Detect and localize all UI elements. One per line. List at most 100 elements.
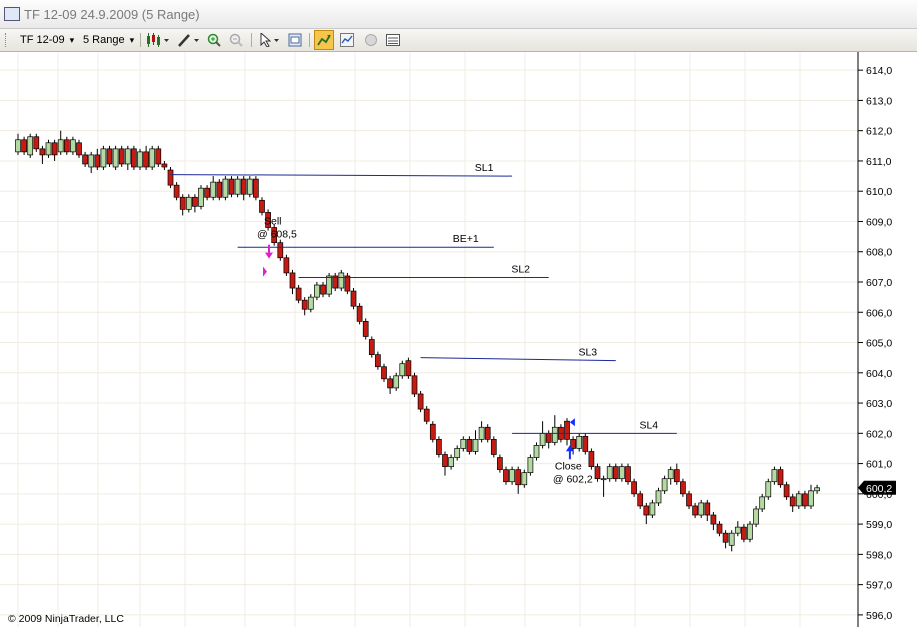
candle bbox=[698, 499, 705, 519]
candle-body bbox=[490, 439, 497, 455]
candle bbox=[594, 463, 601, 482]
zoom-out-icon[interactable] bbox=[227, 31, 245, 49]
candle bbox=[259, 197, 265, 216]
candle-body bbox=[655, 490, 662, 504]
candle bbox=[588, 448, 595, 470]
candle bbox=[490, 436, 497, 458]
instrument-dropdown[interactable]: TF 12-09 bbox=[20, 31, 74, 49]
candle bbox=[612, 463, 619, 482]
candle bbox=[777, 466, 784, 488]
candle bbox=[619, 463, 625, 482]
window-title: TF 12-09 24.9.2009 (5 Range) bbox=[24, 7, 200, 22]
candle-body bbox=[478, 426, 485, 440]
candlestick-icon[interactable] bbox=[145, 31, 171, 49]
candle-body bbox=[399, 363, 406, 377]
candle bbox=[509, 466, 515, 485]
candle bbox=[131, 145, 137, 171]
candle bbox=[753, 505, 759, 528]
candle-body bbox=[753, 508, 759, 525]
properties-icon[interactable] bbox=[286, 31, 304, 49]
stop-line-label: SL2 bbox=[511, 263, 530, 275]
candle-body bbox=[576, 435, 583, 449]
cursor-icon[interactable] bbox=[258, 31, 282, 49]
sell-price-label: @ 608,5 bbox=[257, 229, 297, 241]
y-tick-label: 601,0 bbox=[866, 459, 892, 471]
candle-body bbox=[448, 457, 454, 467]
toolbar-grip[interactable] bbox=[5, 33, 8, 47]
candle bbox=[399, 360, 406, 379]
candle-body bbox=[320, 284, 326, 295]
candle-body bbox=[521, 472, 528, 486]
chart-app-icon bbox=[4, 7, 20, 21]
indicator-icon[interactable] bbox=[338, 31, 356, 49]
data-box-icon[interactable] bbox=[384, 31, 402, 49]
candle bbox=[314, 282, 320, 301]
strategy-icon[interactable] bbox=[314, 30, 334, 50]
candle bbox=[637, 490, 644, 509]
candle-body bbox=[509, 469, 515, 483]
candle-body bbox=[600, 478, 607, 481]
toolbar-separator bbox=[251, 33, 252, 47]
stop-line-label: BE+1 bbox=[453, 233, 479, 245]
candle bbox=[680, 478, 686, 497]
candle-body bbox=[45, 142, 52, 156]
candle-body bbox=[356, 305, 363, 322]
candle bbox=[283, 254, 290, 276]
candle bbox=[521, 469, 528, 488]
candle bbox=[100, 145, 107, 171]
candle bbox=[759, 493, 766, 512]
chart-panel[interactable]: 614,0 613,0 612,0 611,0 610,0 609,0 608,0 607,0… bbox=[0, 52, 917, 627]
candle-body bbox=[375, 354, 381, 368]
candle bbox=[417, 390, 424, 413]
candle-body bbox=[216, 181, 223, 198]
candle bbox=[106, 145, 113, 167]
candle bbox=[582, 433, 589, 455]
candle-body bbox=[808, 490, 814, 507]
candle-body bbox=[381, 366, 387, 380]
candle-body bbox=[143, 151, 149, 168]
period-dropdown[interactable]: 5 Range bbox=[83, 31, 134, 49]
candle-body bbox=[411, 375, 418, 395]
chart-toolbar: TF 12-09 5 Range bbox=[0, 29, 917, 52]
candle bbox=[783, 481, 790, 500]
candle bbox=[332, 272, 339, 292]
candle bbox=[771, 466, 778, 485]
y-tick-label: 611,0 bbox=[866, 156, 892, 168]
pencil-icon[interactable] bbox=[176, 31, 202, 49]
candle-body bbox=[747, 523, 753, 540]
candle-body bbox=[393, 375, 400, 389]
candle bbox=[112, 145, 119, 171]
zoom-in-icon[interactable] bbox=[205, 31, 223, 49]
candle bbox=[381, 363, 387, 382]
candle-body bbox=[198, 187, 204, 207]
close-price-label: @ 602,2 bbox=[553, 473, 593, 485]
candle-body bbox=[594, 466, 601, 480]
title-bar: TF 12-09 24.9.2009 (5 Range) bbox=[0, 0, 917, 29]
candle-body bbox=[368, 339, 375, 355]
candle bbox=[368, 336, 375, 358]
candle-body bbox=[124, 148, 131, 165]
candle-body bbox=[484, 426, 491, 440]
candle-body bbox=[564, 420, 570, 440]
candle bbox=[429, 421, 436, 443]
copyright-text: © 2009 NinjaTrader, LLC bbox=[8, 613, 124, 625]
candle-body bbox=[228, 178, 235, 195]
candle-body bbox=[240, 178, 247, 195]
candle-body bbox=[15, 139, 21, 153]
close-label: Close bbox=[555, 460, 582, 472]
sell-label: Sell bbox=[264, 216, 282, 228]
candle bbox=[167, 167, 174, 189]
candle-body bbox=[112, 148, 119, 168]
toolbar-separator bbox=[309, 33, 310, 47]
candle-body bbox=[741, 526, 747, 540]
circle-icon[interactable] bbox=[362, 31, 380, 49]
candle-body bbox=[94, 154, 101, 168]
candle-body bbox=[789, 496, 796, 507]
price-chart[interactable]: 614,0 613,0 612,0 611,0 610,0 609,0 608,0 607,0… bbox=[0, 52, 917, 627]
y-tick-label: 607,0 bbox=[866, 277, 892, 289]
candle-body bbox=[259, 199, 265, 213]
candle-body bbox=[515, 469, 522, 486]
candle-body bbox=[734, 526, 741, 534]
candle-body bbox=[460, 439, 467, 449]
candle-body bbox=[497, 457, 503, 470]
